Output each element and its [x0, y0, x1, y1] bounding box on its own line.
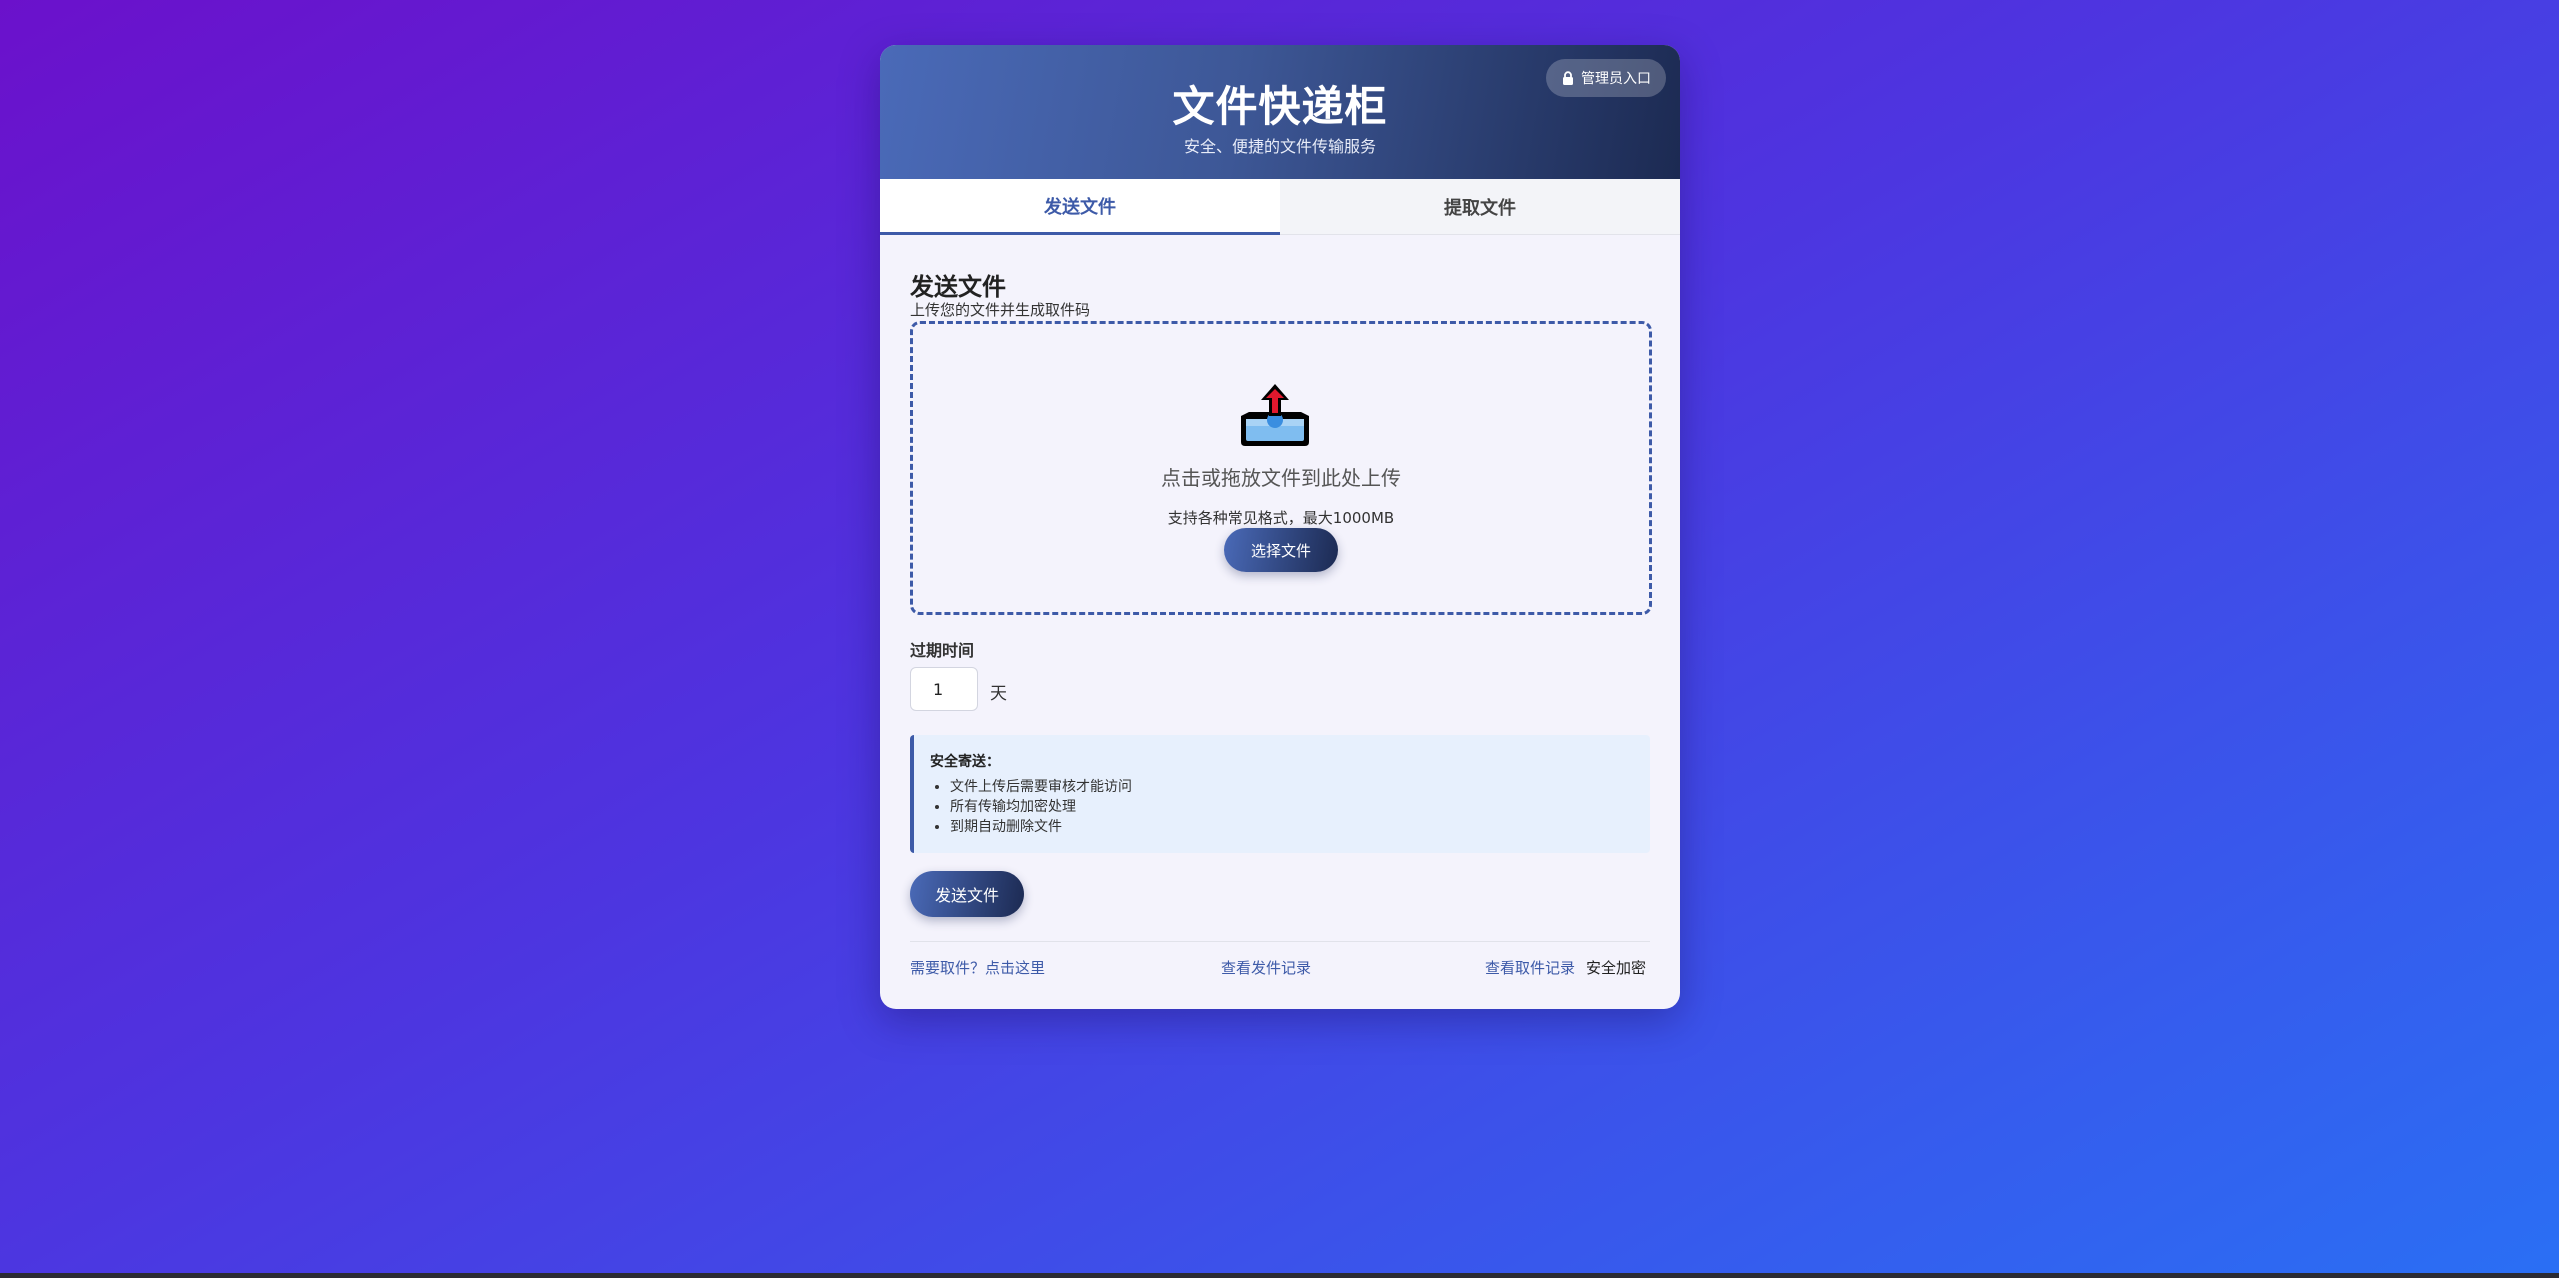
bottom-bar — [0, 1273, 2559, 1278]
security-info-box: 安全寄送： 文件上传后需要审核才能访问 所有传输均加密处理 到期自动删除文件 — [910, 735, 1650, 853]
tab-bar: 发送文件 提取文件 — [880, 179, 1680, 235]
secure-text: 安全加密 — [1586, 959, 1647, 977]
expire-days-input[interactable]: 1 — [910, 667, 978, 711]
dropzone-text: 点击或拖放文件到此处上传 — [1161, 466, 1401, 490]
tab-pickup[interactable]: 提取文件 — [1280, 179, 1680, 235]
admin-entry-label: 管理员入口 — [1581, 71, 1651, 87]
file-dropzone[interactable]: 点击或拖放文件到此处上传 支持各种常见格式，最大1000MB 选择文件 — [910, 321, 1652, 615]
send-file-button[interactable]: 发送文件 — [910, 871, 1024, 917]
dropzone-hint: 支持各种常见格式，最大1000MB — [1167, 509, 1395, 527]
page-subtitle: 安全、便捷的文件传输服务 — [1183, 137, 1376, 156]
lock-icon — [1563, 71, 1573, 85]
info-item: 所有传输均加密处理 — [950, 797, 1132, 817]
admin-entry-button[interactable]: 管理员入口 — [1546, 59, 1666, 97]
info-title: 安全寄送： — [930, 754, 1000, 770]
section-subtitle: 上传您的文件并生成取件码 — [910, 301, 1091, 319]
file-locker-card: 文件快递柜 安全、便捷的文件传输服务 管理员入口 发送文件 提取文件 发送文件 … — [880, 45, 1680, 1009]
upload-tray-icon — [1241, 384, 1309, 446]
footer-divider — [910, 941, 1650, 942]
info-item: 到期自动删除文件 — [950, 817, 1132, 837]
send-records-link[interactable]: 查看发件记录 — [1221, 957, 1311, 978]
pickup-records-link[interactable]: 查看取件记录 — [1485, 957, 1575, 978]
tab-send[interactable]: 发送文件 — [880, 179, 1280, 235]
info-list: 文件上传后需要审核才能访问 所有传输均加密处理 到期自动删除文件 — [932, 777, 1132, 837]
expire-unit: 天 — [990, 684, 1007, 704]
expire-label: 过期时间 — [910, 641, 975, 660]
section-title: 发送文件 — [910, 273, 1006, 301]
info-item: 文件上传后需要审核才能访问 — [950, 777, 1132, 797]
header: 文件快递柜 安全、便捷的文件传输服务 管理员入口 — [880, 45, 1680, 179]
choose-file-button[interactable]: 选择文件 — [1224, 528, 1338, 572]
pickup-link[interactable]: 需要取件？点击这里 — [910, 957, 1045, 978]
